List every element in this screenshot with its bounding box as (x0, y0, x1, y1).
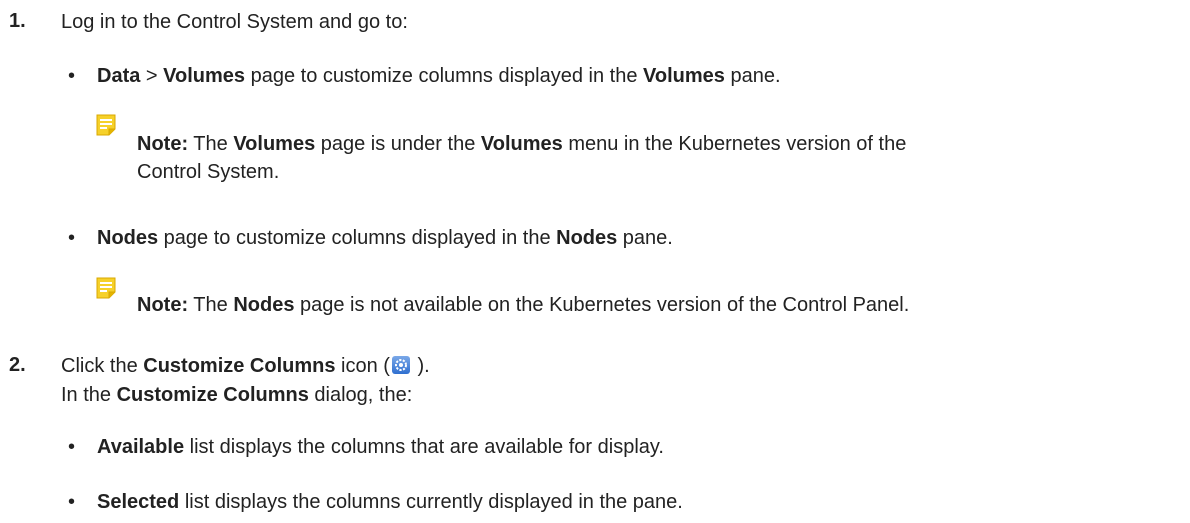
note-text: Note: The Volumes page is under the Volu… (137, 133, 907, 155)
list-item: Nodes page to customize columns displaye… (97, 227, 673, 249)
step-text: Log in to the Control System and go to: (61, 11, 408, 33)
step-number: 1. (9, 10, 26, 32)
list-item: Data > Volumes page to customize columns… (97, 65, 781, 87)
list-item: Available list displays the columns that… (97, 436, 664, 458)
list-item: Selected list displays the columns curre… (97, 491, 683, 513)
step-text-continued: In the Customize Columns dialog, the: (61, 384, 413, 406)
note-icon (96, 277, 116, 299)
gear-icon (391, 356, 410, 374)
step-number: 2. (9, 354, 26, 376)
bullet-marker: • (68, 491, 76, 513)
step-text: Click the Customize Columns icon ( ). (61, 355, 430, 377)
bullet-marker: • (68, 436, 76, 458)
bullet-marker: • (68, 227, 76, 249)
note-text-continued: Control System. (137, 161, 280, 183)
note-text: Note: The Nodes page is not available on… (137, 294, 910, 316)
note-icon (96, 114, 116, 136)
bullet-marker: • (68, 65, 76, 87)
